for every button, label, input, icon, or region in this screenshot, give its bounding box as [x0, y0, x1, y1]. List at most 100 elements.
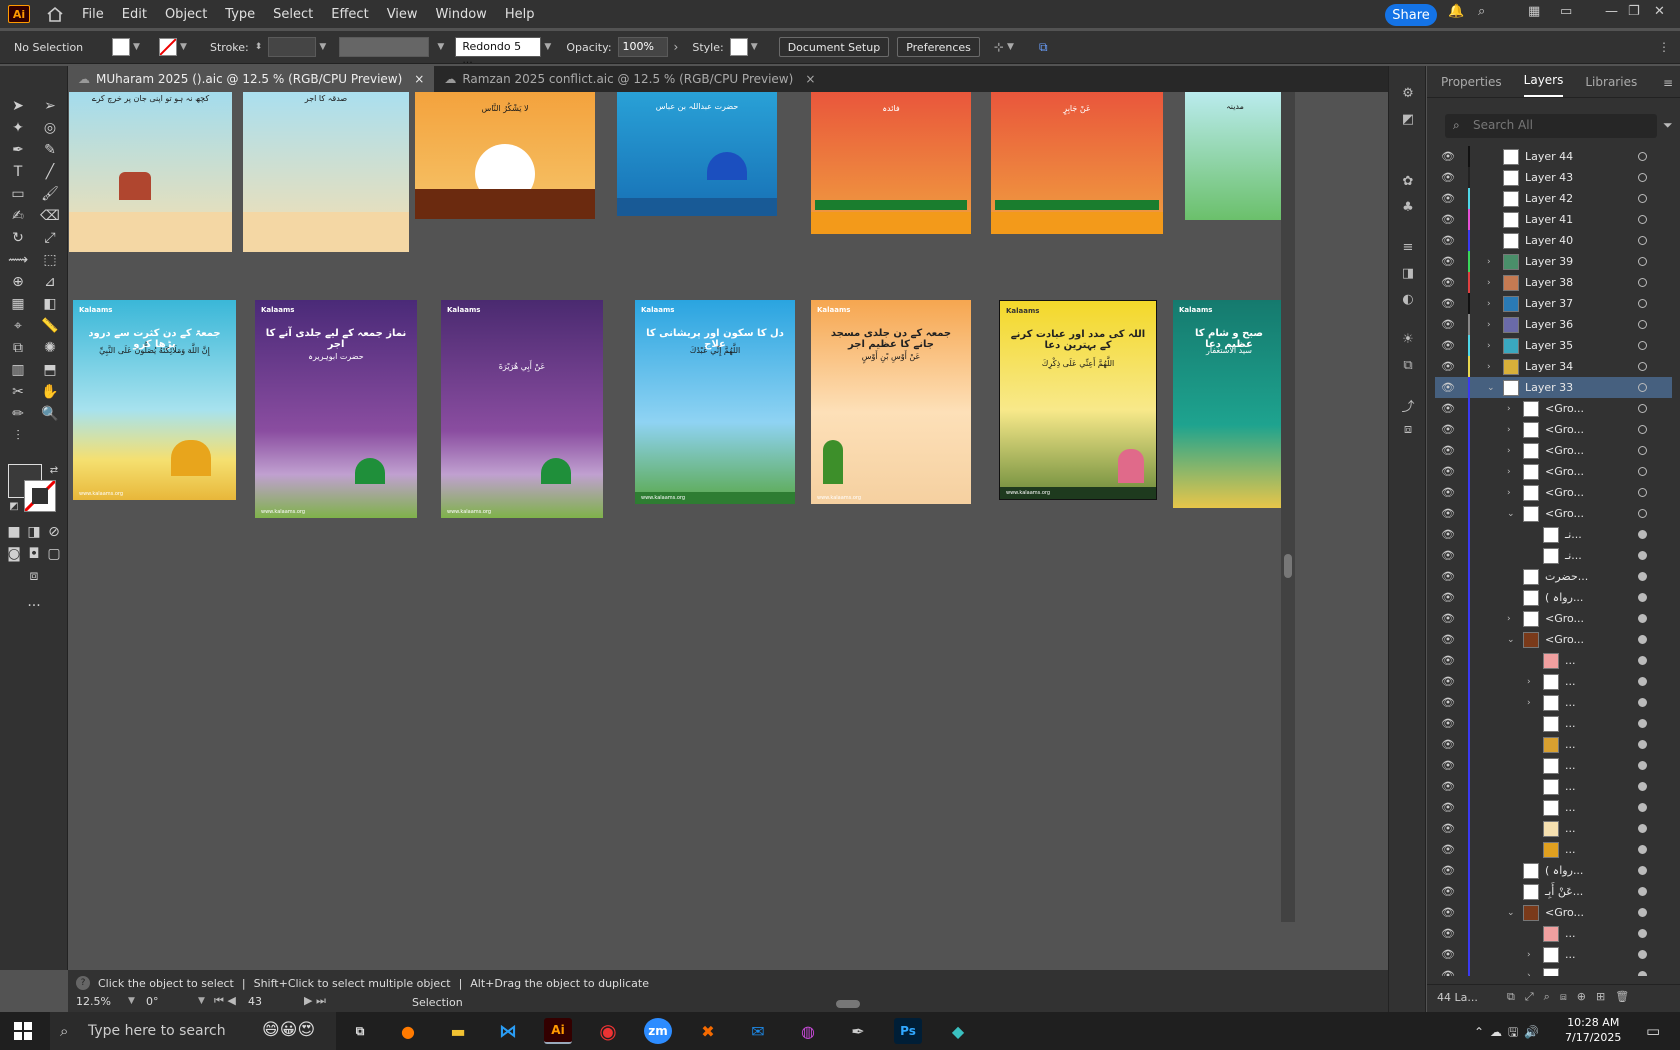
layer-row[interactable]: 👁 نـ... [1435, 545, 1672, 566]
magic-wand-icon[interactable]: ✦ [8, 118, 28, 138]
system-tray-icons[interactable]: ⌃☁🖫🔊 [1474, 1023, 1545, 1044]
layers-search-input[interactable]: Search All [1445, 114, 1657, 138]
layer-name[interactable]: ... [1565, 675, 1576, 688]
layer-row[interactable]: 👁... [1435, 818, 1672, 839]
target-circle-icon[interactable] [1638, 299, 1647, 308]
visibility-eye-icon[interactable]: 👁 [1441, 465, 1455, 478]
target-circle-icon[interactable] [1638, 593, 1647, 602]
horizontal-scrollbar[interactable] [546, 1000, 1286, 1008]
layer-row[interactable]: 👁 Layer 42 [1435, 188, 1672, 209]
target-circle-icon[interactable] [1638, 740, 1647, 749]
layer-name[interactable]: Layer 42 [1525, 192, 1573, 205]
hand-icon[interactable]: ✋ [40, 382, 60, 402]
visibility-eye-icon[interactable]: 👁 [1441, 486, 1455, 499]
artboard[interactable]: حضرت عبداللہ بن عباس [617, 92, 777, 216]
direct-selection-tool-icon[interactable]: ➢ [40, 96, 60, 116]
visibility-eye-icon[interactable]: 👁 [1441, 192, 1455, 205]
bell-icon[interactable]: 🔔 [1448, 4, 1464, 19]
visibility-eye-icon[interactable]: 👁 [1441, 528, 1455, 541]
workspace-icon[interactable]: ▦ [1528, 4, 1540, 19]
target-circle-icon[interactable] [1638, 467, 1647, 476]
chevron-right-icon[interactable]: › [1487, 320, 1491, 330]
eraser-icon[interactable]: ⌫ [40, 206, 60, 226]
rectangle-tool-icon[interactable]: ▭ [8, 184, 28, 204]
tab-properties[interactable]: Properties [1441, 75, 1502, 97]
target-circle-icon[interactable] [1638, 446, 1647, 455]
home-icon[interactable] [46, 6, 64, 22]
chevron-right-icon[interactable]: › [1487, 299, 1491, 309]
zoom-icon[interactable]: zm [644, 1018, 672, 1044]
layer-row[interactable]: 👁... [1435, 650, 1672, 671]
visibility-eye-icon[interactable]: 👁 [1441, 633, 1455, 646]
measure-icon[interactable]: 📏 [40, 316, 60, 336]
eyedropper-icon[interactable]: ⌖ [8, 316, 28, 336]
layer-name[interactable]: <Gro... [1545, 444, 1584, 457]
share-button[interactable]: Share [1385, 4, 1437, 26]
fill-swatch[interactable] [112, 38, 130, 56]
target-circle-icon[interactable] [1638, 656, 1647, 665]
layer-row[interactable]: 👁 › <Gro... [1435, 440, 1672, 461]
layer-row[interactable]: 👁 عَنْ أَبِـ... [1435, 881, 1672, 902]
visibility-eye-icon[interactable]: 👁 [1441, 171, 1455, 184]
layer-row[interactable]: 👁... [1435, 776, 1672, 797]
none-mode-icon[interactable]: ⊘ [44, 522, 64, 542]
line-tool-icon[interactable]: ╱ [40, 162, 60, 182]
scroll-thumb[interactable] [836, 1000, 860, 1008]
layer-row[interactable]: 👁 Layer 41 [1435, 209, 1672, 230]
layer-name[interactable]: <Gro... [1545, 612, 1584, 625]
rotate-icon[interactable]: ↻ [8, 228, 28, 248]
layer-name[interactable]: نـ... [1565, 528, 1582, 541]
chevron-right-icon[interactable]: › [1527, 698, 1531, 708]
stroke-weight-input[interactable] [268, 37, 317, 57]
task-view-icon[interactable]: ⧉ [346, 1018, 374, 1044]
blend-icon[interactable]: ⧉ [8, 338, 28, 358]
visibility-eye-icon[interactable]: 👁 [1441, 738, 1455, 751]
layer-row[interactable]: 👁 ›... [1435, 944, 1672, 965]
layer-name[interactable]: ... [1565, 759, 1576, 772]
layers-panel-icon[interactable]: ⧉ [1398, 358, 1418, 376]
visibility-eye-icon[interactable]: 👁 [1441, 864, 1455, 877]
chevron-right-icon[interactable]: › [1487, 341, 1491, 351]
visibility-eye-icon[interactable]: 👁 [1441, 234, 1455, 247]
chevron-down-icon[interactable]: ⌄ [1487, 383, 1495, 393]
artboards-panel-icon[interactable]: ⧈ [1398, 422, 1418, 440]
target-circle-icon[interactable] [1638, 572, 1647, 581]
layer-name[interactable]: <Gro... [1545, 486, 1584, 499]
visibility-eye-icon[interactable]: 👁 [1441, 423, 1455, 436]
chevron-right-icon[interactable]: › [1527, 950, 1531, 960]
target-circle-icon[interactable] [1638, 635, 1647, 644]
visibility-eye-icon[interactable]: 👁 [1441, 654, 1455, 667]
layer-name[interactable]: <Gro... [1545, 423, 1584, 436]
target-circle-icon[interactable] [1638, 488, 1647, 497]
layer-row[interactable]: 👁... [1435, 755, 1672, 776]
xampp-icon[interactable]: ✖ [694, 1018, 722, 1044]
scroll-thumb[interactable] [1284, 554, 1292, 578]
tab-libraries[interactable]: Libraries [1585, 75, 1637, 97]
layer-row[interactable]: 👁 › <Gro... [1435, 419, 1672, 440]
recolor-icon[interactable]: ⧉ [1039, 40, 1048, 55]
layer-name[interactable]: حضرت... [1545, 570, 1588, 583]
layer-name[interactable]: ... [1565, 927, 1576, 940]
target-circle-icon[interactable] [1638, 257, 1647, 266]
maximize-icon[interactable]: ❐ [1628, 4, 1640, 19]
layer-row[interactable]: 👁 › Layer 38 [1435, 272, 1672, 293]
target-circle-icon[interactable] [1638, 950, 1647, 959]
layer-row[interactable]: 👁 › <Gro... [1435, 608, 1672, 629]
layer-row[interactable]: 👁 ( رواہ... [1435, 860, 1672, 881]
layer-name[interactable]: <Gro... [1545, 906, 1584, 919]
draw-inside-icon[interactable]: ▢ [44, 544, 64, 564]
chevron-right-icon[interactable]: › [674, 40, 679, 54]
tab-layers[interactable]: Layers [1523, 73, 1564, 97]
visibility-eye-icon[interactable]: 👁 [1441, 297, 1455, 310]
chevron-down-icon[interactable]: ▼ [128, 996, 135, 1006]
layer-name[interactable]: نـ... [1565, 549, 1582, 562]
layer-row[interactable]: 👁 ⌄ <Gro... [1435, 503, 1672, 524]
layer-row[interactable]: 👁 › Layer 39 [1435, 251, 1672, 272]
opacity-input[interactable]: 100% [617, 37, 668, 57]
gradient-icon[interactable]: ◧ [40, 294, 60, 314]
layer-name[interactable]: عَنْ أَبِـ... [1545, 885, 1583, 898]
menu-type[interactable]: Type [225, 7, 255, 22]
menu-object[interactable]: Object [165, 7, 207, 22]
layer-name[interactable]: <Gro... [1545, 465, 1584, 478]
visibility-eye-icon[interactable]: 👁 [1441, 381, 1455, 394]
